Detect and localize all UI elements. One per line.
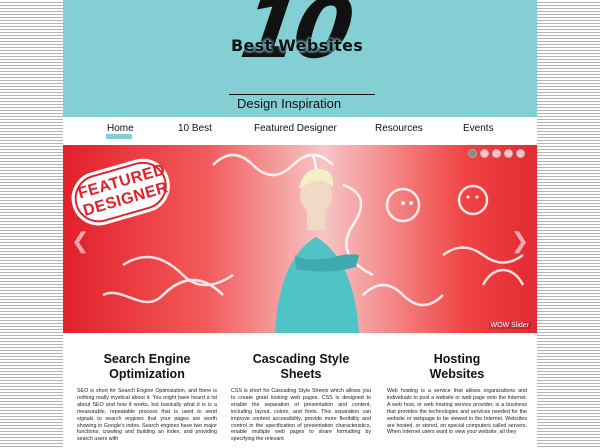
column-hosting: Hosting Websites Web hosting is a servic…	[387, 352, 527, 436]
slider-dot-1[interactable]	[468, 149, 477, 158]
page: 10 Best Websites Design Inspiration Home…	[63, 0, 537, 448]
nav-active-indicator	[106, 134, 132, 139]
logo-title: Best Websites	[231, 36, 364, 55]
column-css-body: CSS is short for Cascading Style Sheets …	[231, 388, 371, 443]
slider-credit[interactable]: WOW Slider	[488, 322, 531, 329]
chevron-left-icon[interactable]: ❮	[71, 229, 89, 254]
logo-divider	[229, 94, 375, 95]
site-logo[interactable]: 10 Best Websites Design Inspiration	[227, 0, 377, 114]
nav-item-events[interactable]: Events	[463, 123, 494, 134]
column-seo-title: Search Engine Optimization	[77, 352, 217, 382]
column-hosting-title-line-1: Hosting	[433, 352, 481, 366]
nav-item-featured-designer[interactable]: Featured Designer	[254, 123, 337, 134]
slider-dot-3[interactable]	[492, 149, 501, 158]
logo-number: 10	[235, 0, 354, 77]
nav-item-10-best[interactable]: 10 Best	[178, 123, 212, 134]
slider-dot-5[interactable]	[516, 149, 525, 158]
site-header: 10 Best Websites Design Inspiration	[63, 0, 537, 117]
column-seo: Search Engine Optimization SEO is short …	[77, 352, 217, 443]
column-seo-title-line-1: Search Engine	[103, 352, 191, 366]
column-hosting-title-line-2: Websites	[429, 367, 485, 381]
column-css-title: Cascading Style Sheets	[231, 352, 371, 382]
column-hosting-title: Hosting Websites	[387, 352, 527, 382]
nav-item-home[interactable]: Home	[107, 123, 134, 134]
column-seo-title-line-2: Optimization	[109, 367, 185, 381]
nav-item-resources[interactable]: Resources	[375, 123, 423, 134]
column-hosting-body: Web hosting is a service that allows org…	[387, 388, 527, 436]
logo-subtitle: Design Inspiration	[237, 96, 342, 111]
column-css: Cascading Style Sheets CSS is short for …	[231, 352, 371, 443]
hero-slider[interactable]: FEATURED DESIGNER ❮ ❯ WOW Slider	[63, 145, 537, 333]
column-seo-body: SEO is short for Search Engine Optimizat…	[77, 388, 217, 443]
column-css-title-line-1: Cascading Style	[252, 352, 350, 366]
slider-dot-4[interactable]	[504, 149, 513, 158]
slider-pagination	[468, 149, 525, 158]
chevron-right-icon[interactable]: ❯	[511, 229, 529, 254]
slider-dot-2[interactable]	[480, 149, 489, 158]
column-css-title-line-2: Sheets	[280, 367, 322, 381]
main-nav: Home 10 Best Featured Designer Resources…	[63, 117, 537, 145]
